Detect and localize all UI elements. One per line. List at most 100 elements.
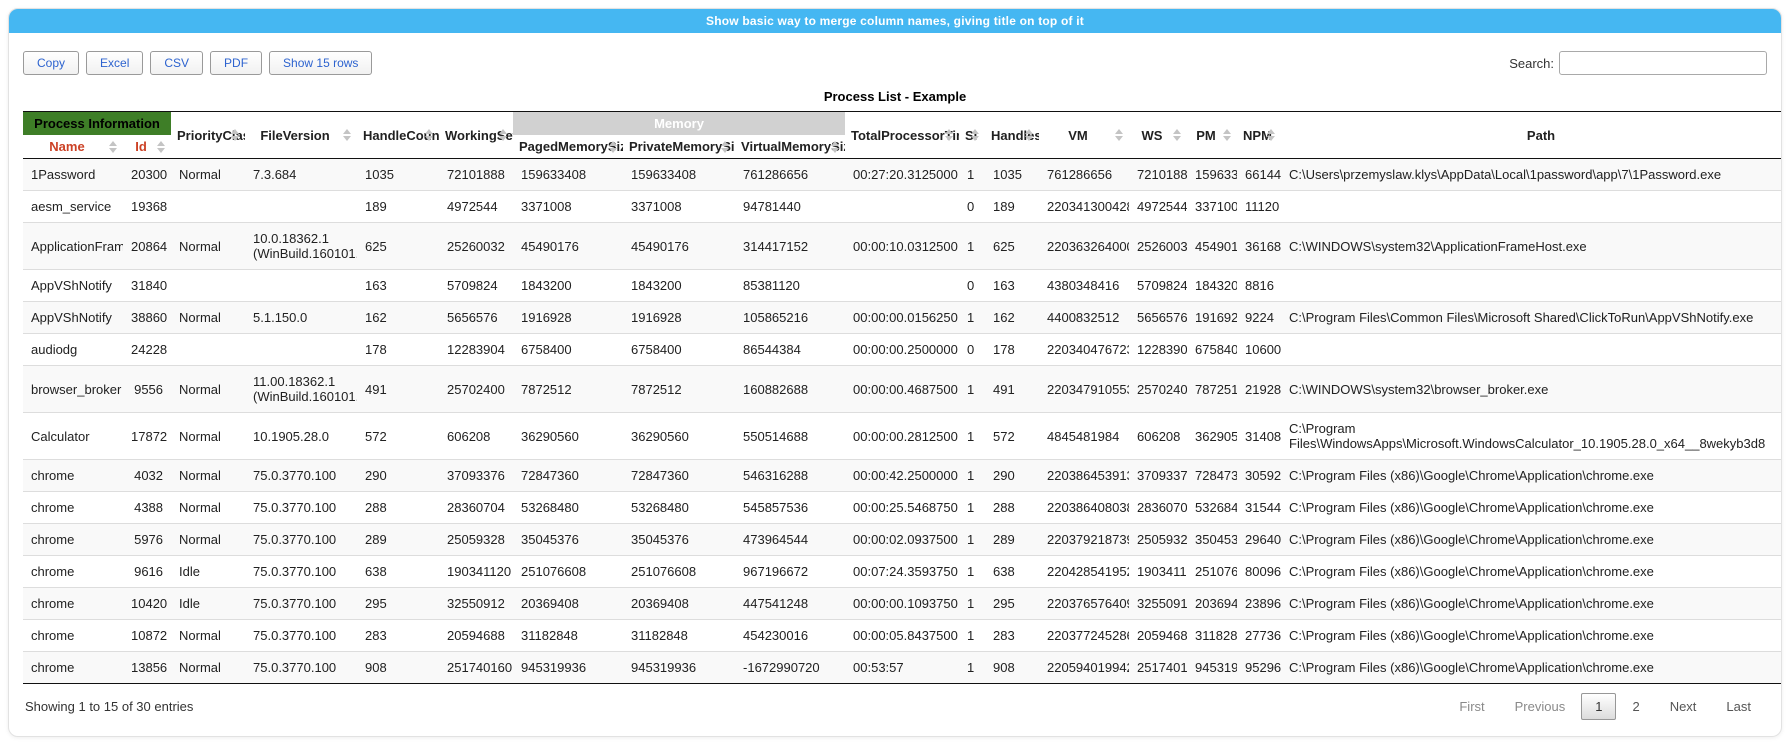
column-label: WS [1142,128,1163,143]
table-cell: aesm_service [23,191,123,223]
column-header-name[interactable]: Name [23,135,123,159]
column-header-pagedmemorysize[interactable]: PagedMemorySize [513,135,623,159]
table-cell: Normal [171,366,245,413]
page-1-button[interactable]: 1 [1581,693,1616,720]
table-cell: 159633408 [1187,159,1237,191]
column-header-path[interactable]: Path [1281,112,1782,159]
group-header-process-information: Process Information [23,112,171,136]
table-cell: C:\WINDOWS\system32\browser_broker.exe [1281,366,1782,413]
column-header-npm[interactable]: NPM [1237,112,1281,159]
table-cell: 491 [357,366,439,413]
column-header-si[interactable]: SI [959,112,985,159]
column-header-pm[interactable]: PM [1187,112,1237,159]
column-header-privatememorysize[interactable]: PrivateMemorySize [623,135,735,159]
table-cell: 1843200 [513,270,623,302]
table-cell: 10420 [123,588,171,620]
table-cell: 3371008 [623,191,735,223]
table-cell: 24228 [123,334,171,366]
table-cell: 31182848 [1187,620,1237,652]
table-cell: 10.0.18362.1 (WinBuild.160101.0800) [245,223,357,270]
table-cell: 4845481984 [1039,413,1129,460]
table-cell: 36290560 [513,413,623,460]
column-header-handlecount[interactable]: HandleCount [357,112,439,159]
table-cell: C:\Program Files (x86)\Google\Chrome\App… [1281,492,1782,524]
table-cell: 1 [959,223,985,270]
table-cell: 162 [357,302,439,334]
column-header-totalprocessortime[interactable]: TotalProcessorTime [845,112,959,159]
column-header-id[interactable]: Id [123,135,171,159]
table-cell: 35045376 [513,524,623,556]
table-cell: 32550912 [439,588,513,620]
column-header-virtualmemorysize[interactable]: VirtualMemorySize [735,135,845,159]
sort-icon [1223,128,1232,142]
table-cell: browser_broker [23,366,123,413]
table-cell: Idle [171,556,245,588]
table-row: chrome4032Normal75.0.3770.10029037093376… [23,460,1782,492]
page-2-button[interactable]: 2 [1618,693,1653,720]
table-cell: 572 [985,413,1039,460]
table-cell: 45490176 [513,223,623,270]
sort-icon [157,140,166,154]
previous-page-button: Previous [1501,693,1580,720]
search-box: Search: [1509,51,1767,75]
table-cell: 1035 [985,159,1039,191]
table-cell: 5656576 [1129,302,1187,334]
table-cell: 6758400 [513,334,623,366]
table-cell: 178 [985,334,1039,366]
copy-button[interactable]: Copy [23,51,79,75]
table-cell: C:\Program Files (x86)\Google\Chrome\App… [1281,524,1782,556]
table-cell: 95296 [1237,652,1281,684]
column-label: PrivateMemorySize [629,139,735,154]
sort-icon [1025,128,1034,142]
card-content: Copy Excel CSV PDF Show 15 rows Search: Proc… [9,33,1781,720]
table-cell: 00:00:10.0312500 [845,223,959,270]
column-header-handles[interactable]: Handles [985,112,1039,159]
first-page-button: First [1445,693,1498,720]
table-cell: 2203479105536 [1039,366,1129,413]
table-row: audiodg242281781228390467584006758400865… [23,334,1782,366]
column-header-ws[interactable]: WS [1129,112,1187,159]
table-cell: C:\WINDOWS\system32\ApplicationFrameHost… [1281,223,1782,270]
table-cell: -1672990720 [735,652,845,684]
table-cell: Normal [171,524,245,556]
table-cell: C:\Users\przemyslaw.klys\AppData\Local\1… [1281,159,1782,191]
pdf-button[interactable]: PDF [210,51,262,75]
table-cell: 190341120 [439,556,513,588]
table-cell: 10600 [1237,334,1281,366]
table-cell: 473964544 [735,524,845,556]
table-cell: AppVShNotify [23,302,123,334]
table-cell: 4972544 [439,191,513,223]
entries-info: Showing 1 to 15 of 30 entries [25,699,193,714]
next-page-button[interactable]: Next [1656,693,1711,720]
table-cell: 295 [357,588,439,620]
table-cell: 1 [959,652,985,684]
table-cell: 29640 [1237,524,1281,556]
datatable-card: Show basic way to merge column names, gi… [8,8,1782,737]
table-cell: 162 [985,302,1039,334]
table-cell: 20369408 [1187,588,1237,620]
last-page-button[interactable]: Last [1712,693,1765,720]
table-cell: 37093376 [1129,460,1187,492]
excel-button[interactable]: Excel [86,51,143,75]
table-cell: 31182848 [513,620,623,652]
sort-icon [1173,128,1182,142]
show-rows-button[interactable]: Show 15 rows [269,51,372,75]
search-input[interactable] [1559,51,1767,75]
column-header-vm[interactable]: VM [1039,112,1129,159]
table-cell: 550514688 [735,413,845,460]
csv-button[interactable]: CSV [150,51,203,75]
column-header-priorityclass[interactable]: PriorityClass [171,112,245,159]
table-cell: 85381120 [735,270,845,302]
table-cell: 1 [959,460,985,492]
column-header-workingset[interactable]: WorkingSet [439,112,513,159]
table-cell: 45490176 [623,223,735,270]
table-row: chrome4388Normal75.0.3770.10028828360704… [23,492,1782,524]
column-header-fileversion[interactable]: FileVersion [245,112,357,159]
table-cell: 00:53:57 [845,652,959,684]
table-cell: 72101888 [1129,159,1187,191]
table-cell: 8816 [1237,270,1281,302]
page-title: Show basic way to merge column names, gi… [9,9,1781,33]
table-row: AppVShNotify3184016357098241843200184320… [23,270,1782,302]
table-cell: 00:00:00.2500000 [845,334,959,366]
table-cell: 00:00:00.2812500 [845,413,959,460]
